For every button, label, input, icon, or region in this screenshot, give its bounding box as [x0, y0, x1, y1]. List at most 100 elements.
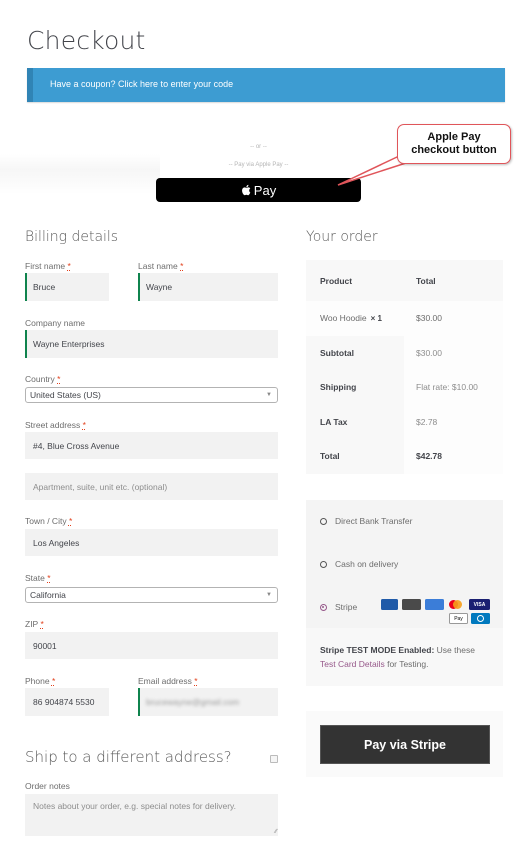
required-mark: * [194, 676, 198, 686]
shipping-value: Flat rate: $10.00 [404, 370, 503, 405]
apple-pay-button[interactable]: Pay [156, 178, 361, 202]
item-name: Woo Hoodie [320, 313, 367, 324]
email-input[interactable]: brucewayne@gmail.com [138, 688, 278, 716]
stripe-notice-bold: Stripe TEST MODE Enabled: [320, 645, 435, 655]
item-name-cell: Woo Hoodie × 1 [306, 301, 404, 336]
email-value-blurred: brucewayne@gmail.com [146, 697, 240, 707]
callout-line-2: checkout button [411, 144, 497, 156]
radio-bank[interactable] [320, 517, 327, 525]
annotation-callout: Apple Pay checkout button [397, 124, 511, 164]
required-mark: * [82, 420, 86, 430]
last-name-label: Last name * [138, 261, 184, 271]
country-label: Country * [25, 374, 61, 384]
chevron-down-icon: ▼ [266, 592, 272, 598]
company-label: Company name [25, 318, 86, 328]
item-total: $30.00 [416, 313, 442, 324]
state-value: California [30, 590, 66, 600]
mastercard-icon [448, 600, 462, 610]
radio-stripe[interactable] [320, 603, 327, 611]
total-value: $42.78 [404, 439, 503, 474]
required-mark: * [180, 261, 184, 271]
payment-method-cod[interactable]: Cash on delivery [320, 559, 398, 569]
email-label: Email address * [138, 676, 198, 686]
city-label: Town / City * [25, 516, 73, 526]
apple-pay-hint: -- Pay via Apple Pay -- [228, 162, 289, 168]
state-select[interactable]: California ▼ [25, 587, 278, 603]
blurred-background-fragment [0, 154, 160, 194]
place-order-section: Pay via Stripe [306, 711, 503, 777]
jcb-card-icon [381, 599, 398, 610]
zip-input[interactable]: 90001 [25, 632, 278, 659]
street-label: Street address * [25, 420, 86, 430]
chevron-down-icon: ▼ [266, 392, 272, 398]
subtotal-label: Subtotal [306, 335, 404, 370]
required-mark: * [67, 261, 71, 271]
phone-label: Phone * [25, 676, 56, 686]
shipping-label: Shipping [306, 370, 404, 405]
order-review-table: Product Total Woo Hoodie × 1 $30.00 Subt… [306, 260, 503, 474]
billing-title: Billing details [25, 229, 119, 245]
your-order-title: Your order [306, 229, 378, 245]
required-mark: * [68, 516, 73, 526]
tax-value: $2.78 [404, 404, 503, 439]
zip-label: ZIP * [25, 619, 44, 629]
tax-row: LA Tax $2.78 [306, 404, 503, 439]
radio-cod[interactable] [320, 560, 327, 568]
diners-card-icon [471, 613, 490, 624]
card-logos: VISA Pay [381, 599, 493, 629]
or-separator: -- or -- [250, 144, 267, 150]
street2-input[interactable]: Apartment, suite, unit etc. (optional) [25, 473, 278, 500]
required-mark: * [57, 374, 61, 384]
state-label: State * [25, 573, 51, 583]
payment-label: Direct Bank Transfer [335, 516, 413, 526]
ship-different-checkbox[interactable] [270, 755, 278, 763]
subtotal-row: Subtotal $30.00 [306, 335, 503, 370]
apple-logo-icon [241, 184, 251, 196]
required-mark: * [51, 676, 56, 686]
table-header-row: Product Total [306, 260, 503, 301]
coupon-notice[interactable]: Have a coupon? Click here to enter your … [27, 68, 505, 102]
amex-card-icon [425, 599, 444, 610]
apple-pay-label: Pay [253, 182, 277, 198]
test-card-details-link[interactable]: Test Card Details [320, 659, 385, 669]
payment-methods: Direct Bank Transfer Cash on delivery St… [306, 500, 503, 686]
country-select[interactable]: United States (US) ▼ [25, 387, 278, 403]
order-notes-placeholder: Notes about your order, e.g. special not… [33, 801, 237, 811]
first-name-label: First name * [25, 261, 71, 271]
total-row: Total $42.78 [306, 439, 503, 474]
callout-line-1: Apple Pay [427, 131, 481, 143]
last-name-input[interactable]: Wayne [138, 273, 278, 301]
header-total: Total [416, 275, 436, 286]
city-input[interactable]: Los Angeles [25, 529, 278, 556]
table-row: Woo Hoodie × 1 $30.00 [306, 301, 503, 336]
discover-card-icon [402, 599, 421, 610]
coupon-link[interactable]: Have a coupon? Click here to enter your … [50, 79, 233, 89]
street2-placeholder: Apartment, suite, unit etc. (optional) [33, 481, 168, 492]
apple-pay-card-icon: Pay [449, 613, 468, 624]
country-value: United States (US) [30, 390, 101, 400]
payment-method-stripe[interactable]: Stripe [320, 602, 357, 612]
visa-card-icon: VISA [469, 599, 490, 610]
subtotal-value: $30.00 [404, 335, 503, 370]
stripe-test-notice: Stripe TEST MODE Enabled: Use these Test… [306, 628, 503, 686]
first-name-input[interactable]: Bruce [25, 273, 109, 301]
page-title: Checkout [27, 26, 146, 55]
payment-label: Stripe [335, 602, 358, 612]
required-mark: * [40, 619, 44, 629]
total-label: Total [306, 439, 404, 474]
header-product: Product [320, 275, 353, 286]
street-input[interactable]: #4, Blue Cross Avenue [25, 432, 278, 459]
payment-label: Cash on delivery [335, 559, 399, 569]
order-notes-label: Order notes [25, 781, 70, 791]
ship-different-title: Ship to a different address? [25, 748, 232, 766]
payment-method-bank[interactable]: Direct Bank Transfer [320, 516, 412, 526]
order-notes-textarea[interactable]: Notes about your order, e.g. special not… [25, 794, 278, 836]
phone-input[interactable]: 86 904874 5530 [25, 688, 109, 716]
tax-label: LA Tax [306, 404, 404, 439]
required-mark: * [47, 573, 51, 583]
resize-grip-icon[interactable]: ∕∕ [275, 829, 277, 835]
shipping-row: Shipping Flat rate: $10.00 [306, 370, 503, 405]
pay-via-stripe-button[interactable]: Pay via Stripe [320, 725, 490, 764]
company-input[interactable]: Wayne Enterprises [25, 330, 278, 358]
item-qty: × 1 [370, 313, 382, 323]
